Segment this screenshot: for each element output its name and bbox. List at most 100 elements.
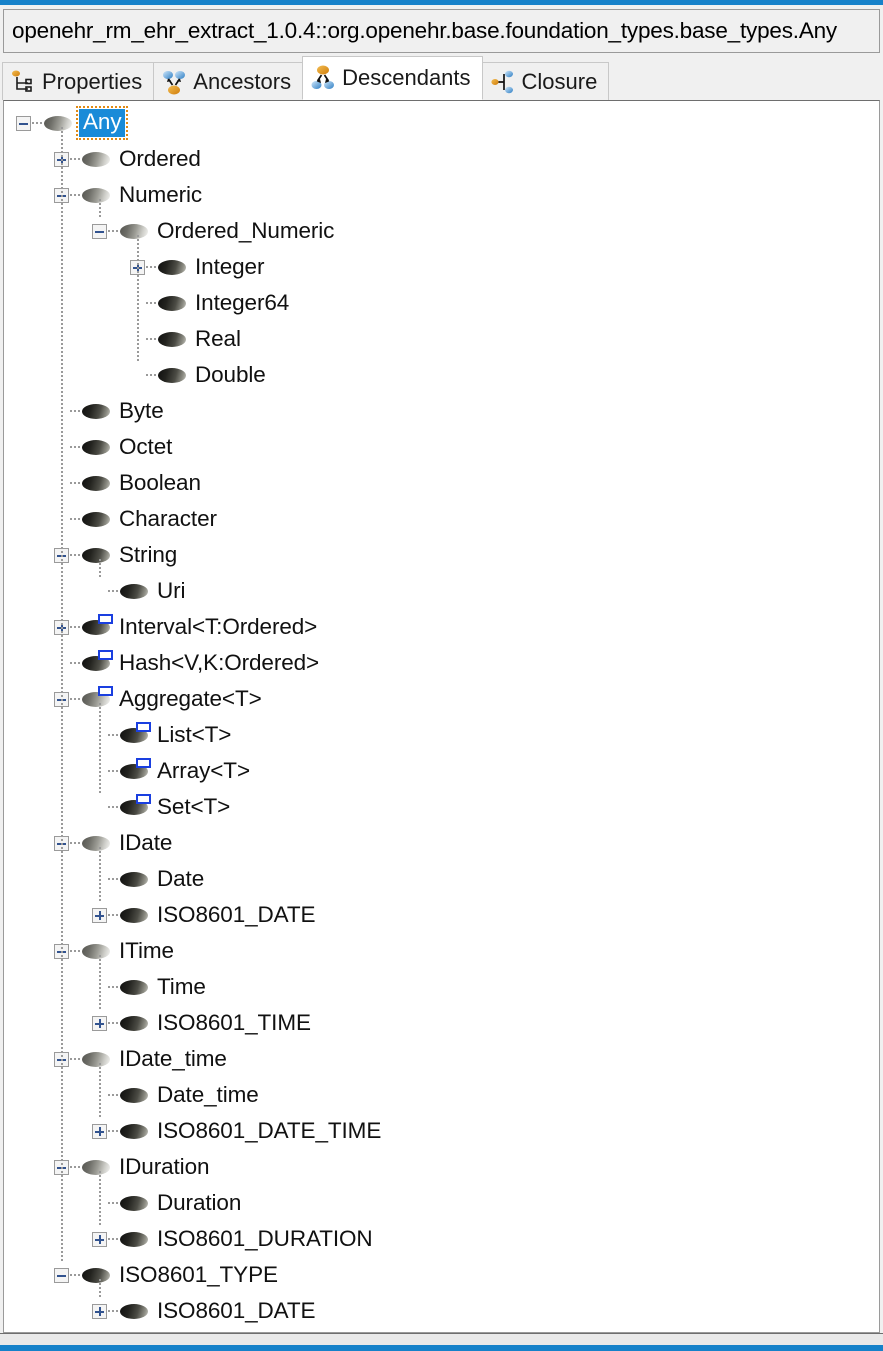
expand-icon[interactable] <box>92 1231 107 1247</box>
ancestors-icon <box>163 70 186 94</box>
expand-icon[interactable] <box>92 1123 107 1139</box>
tree-node[interactable]: Date <box>4 861 879 897</box>
class-concrete-icon <box>82 544 112 566</box>
generic-parameter-icon <box>98 650 113 660</box>
tree-node[interactable]: Boolean <box>4 465 879 501</box>
collapse-icon[interactable] <box>92 223 107 239</box>
tree-node[interactable]: ISO8601_DATE_TIME <box>4 1113 879 1149</box>
tree-node[interactable]: ISO8601_TYPE <box>4 1257 879 1293</box>
bottom-accent-bar <box>0 1345 883 1351</box>
tree-node-label: List<T> <box>157 721 232 747</box>
class-path-field[interactable]: openehr_rm_ehr_extract_1.0.4::org.openeh… <box>3 9 880 53</box>
tree-node[interactable]: Uri <box>4 573 879 609</box>
tree-node[interactable]: Array<T> <box>4 753 879 789</box>
tree-node[interactable]: ISO8601_DATE <box>4 1293 879 1329</box>
tab-properties[interactable]: Properties <box>2 62 155 100</box>
tree-node-label: IDuration <box>119 1153 210 1179</box>
tree-connector <box>70 410 81 412</box>
tree-node[interactable]: Numeric <box>4 177 879 213</box>
properties-icon <box>12 70 32 92</box>
tree-node[interactable]: Date_time <box>4 1077 879 1113</box>
tab-ancestors[interactable]: Ancestors <box>153 62 304 100</box>
class-ball <box>44 116 72 131</box>
tree-node[interactable]: Interval<T:Ordered> <box>4 609 879 645</box>
tree-node-label: Date_time <box>157 1081 259 1107</box>
descendants-tree-panel[interactable]: Any Ordered Numeric Ordered_Numeric Integer I… <box>3 100 880 1333</box>
tree-connector <box>70 698 81 700</box>
tree-node[interactable]: Aggregate<T> <box>4 681 879 717</box>
tree-connector <box>108 1238 119 1240</box>
tab-descendants[interactable]: Descendants <box>302 56 483 100</box>
tree-node[interactable]: Octet <box>4 429 879 465</box>
class-ball <box>120 1304 148 1319</box>
expand-icon[interactable] <box>92 1015 107 1031</box>
class-concrete-icon <box>120 1300 150 1322</box>
tree-node[interactable]: ITime <box>4 933 879 969</box>
tree-node-label: ISO8601_TIME <box>157 1009 311 1035</box>
tree-node-label: IDate_time <box>119 1045 227 1071</box>
tab-bar: Properties Ancestors Descendants Closure <box>0 56 883 100</box>
class-abstract-icon <box>82 1048 112 1070</box>
generic-parameter-icon <box>136 722 151 732</box>
tree-node-label: Time <box>157 973 206 999</box>
tree-node[interactable]: List<T> <box>4 717 879 753</box>
expand-icon[interactable] <box>92 1303 107 1319</box>
tree-node-label: Real <box>195 325 241 351</box>
class-ball <box>120 1232 148 1247</box>
class-abstract-icon <box>82 1156 112 1178</box>
collapse-icon[interactable] <box>16 115 31 131</box>
tree-node-label: Byte <box>119 397 164 423</box>
tree-connector <box>70 482 81 484</box>
tree-node[interactable]: Any <box>4 105 879 141</box>
tree-node[interactable]: Integer <box>4 249 879 285</box>
generic-parameter-icon <box>136 758 151 768</box>
tree-connector <box>146 266 157 268</box>
class-concrete-icon <box>120 904 150 926</box>
class-concrete-icon <box>120 1120 150 1142</box>
class-browser-window: openehr_rm_ehr_extract_1.0.4::org.openeh… <box>0 0 883 1351</box>
tree-node[interactable]: Double <box>4 357 879 393</box>
expand-icon[interactable] <box>92 907 107 923</box>
class-ball <box>82 404 110 419</box>
tree-node-label: Any <box>75 106 129 140</box>
class-abstract-icon <box>82 184 112 206</box>
tree-node[interactable]: Set<T> <box>4 789 879 825</box>
tree-connector <box>108 770 119 772</box>
tab-closure[interactable]: Closure <box>481 62 610 100</box>
tree-node[interactable]: ISO8601_TIME <box>4 1005 879 1041</box>
tree-connector <box>146 374 157 376</box>
collapse-icon[interactable] <box>54 1267 69 1283</box>
tree-connector <box>32 122 43 124</box>
tree-node[interactable]: Integer64 <box>4 285 879 321</box>
tree-node[interactable]: IDate <box>4 825 879 861</box>
class-concrete-icon <box>120 1228 150 1250</box>
tree-connector <box>70 662 81 664</box>
generic-parameter-icon <box>136 794 151 804</box>
tree-node[interactable]: String <box>4 537 879 573</box>
tree-node[interactable]: Ordered <box>4 141 879 177</box>
tree-guide-line <box>99 955 101 1011</box>
tree-connector <box>70 518 81 520</box>
tree-node[interactable]: Real <box>4 321 879 357</box>
tree-node[interactable]: Time <box>4 969 879 1005</box>
tree-leaf-spacer <box>130 368 145 383</box>
class-abstract-icon <box>82 686 113 710</box>
tree-node[interactable]: Byte <box>4 393 879 429</box>
tree-connector <box>108 1310 119 1312</box>
tree-node[interactable]: Hash<V,K:Ordered> <box>4 645 879 681</box>
tree-node[interactable]: Character <box>4 501 879 537</box>
class-concrete-icon <box>120 722 151 746</box>
tree-node[interactable]: Duration <box>4 1185 879 1221</box>
tree-guide-line <box>99 847 101 903</box>
closure-icon <box>490 70 513 93</box>
class-concrete-icon <box>120 794 151 818</box>
tree-node[interactable]: IDate_time <box>4 1041 879 1077</box>
tree-node[interactable]: IDuration <box>4 1149 879 1185</box>
tree-connector <box>70 1274 81 1276</box>
tree-node[interactable]: Ordered_Numeric <box>4 213 879 249</box>
tree-node[interactable]: ISO8601_DURATION <box>4 1221 879 1257</box>
class-abstract-icon <box>82 148 112 170</box>
class-ball <box>82 944 110 959</box>
tree-node-label: ITime <box>119 937 174 963</box>
tree-node[interactable]: ISO8601_DATE <box>4 897 879 933</box>
